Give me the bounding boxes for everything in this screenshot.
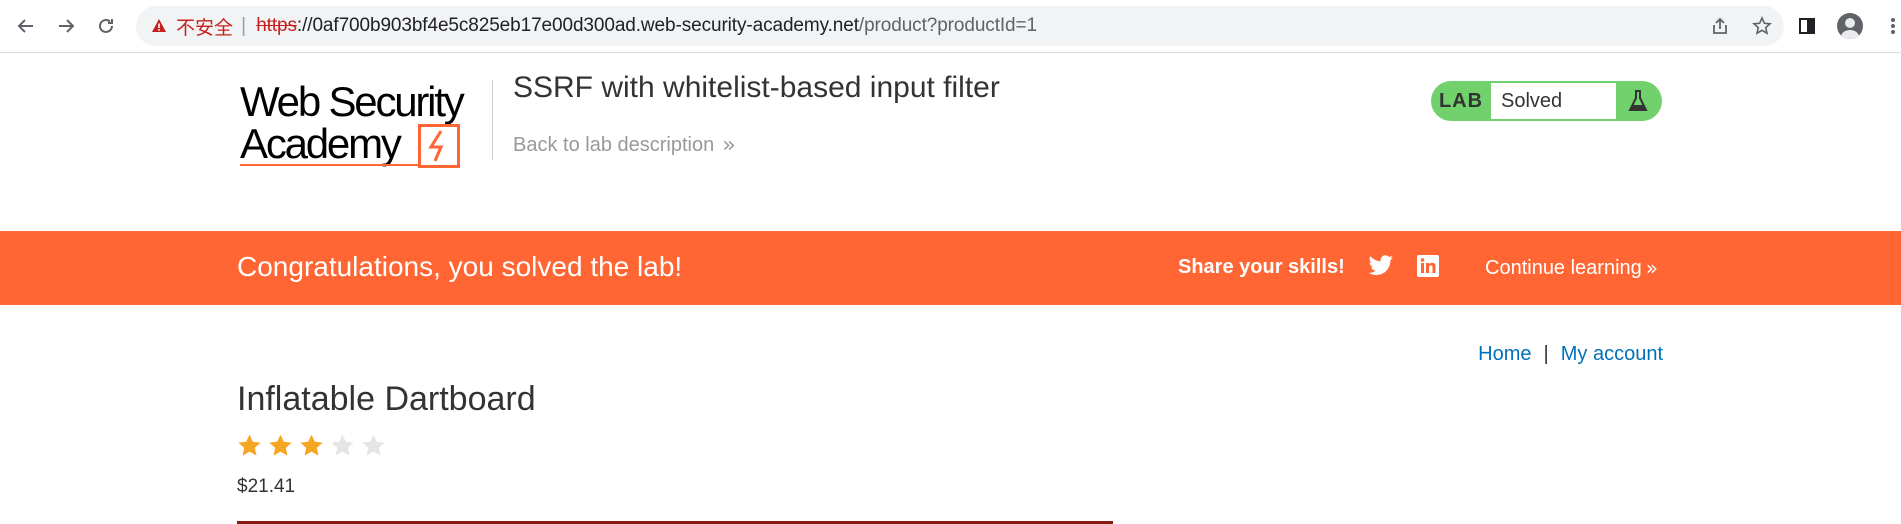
url-separator: | xyxy=(241,14,247,37)
top-nav: Home | My account xyxy=(1478,343,1663,366)
side-panel-icon[interactable] xyxy=(1795,14,1819,38)
double-chevron-right-icon: » xyxy=(1645,256,1659,280)
star-empty-icon xyxy=(331,434,354,456)
back-arrow-icon[interactable] xyxy=(10,10,42,42)
star-filled-icon xyxy=(300,434,323,456)
web-security-academy-logo[interactable]: Web Security Academy xyxy=(238,78,490,170)
star-filled-icon xyxy=(269,434,292,456)
browser-toolbar: 不安全 | https://0af700b903bf4e5c825eb17e00… xyxy=(0,0,1901,53)
lab-title: SSRF with whitelist-based input filter xyxy=(513,71,1000,104)
not-secure-label[interactable]: 不安全 xyxy=(176,13,233,40)
congratulations-message: Congratulations, you solved the lab! xyxy=(237,251,683,282)
linkedin-icon[interactable] xyxy=(1417,255,1441,279)
warning-triangle-icon[interactable] xyxy=(150,17,168,35)
back-link-label: Back to lab description xyxy=(513,134,715,156)
nav-separator: | xyxy=(1543,343,1549,365)
url-scheme: https xyxy=(256,15,297,36)
flask-icon xyxy=(1616,81,1660,121)
twitter-icon[interactable] xyxy=(1368,255,1394,279)
logo-lightning-icon xyxy=(418,124,460,168)
double-chevron-right-icon: » xyxy=(722,133,736,158)
share-skills-label: Share your skills! xyxy=(1178,256,1345,278)
logo-line-2: Academy xyxy=(240,120,402,167)
lab-tag: LAB xyxy=(1438,89,1484,112)
continue-learning-label: Continue learning xyxy=(1485,256,1642,279)
product-rating xyxy=(237,433,386,458)
url-host: ://0af700b903bf4e5c825eb17e00d300ad.web-… xyxy=(296,15,859,36)
more-menu-icon[interactable] xyxy=(1881,14,1901,38)
profile-avatar-icon[interactable] xyxy=(1837,13,1863,39)
share-icon[interactable] xyxy=(1708,14,1732,38)
product-title: Inflatable Dartboard xyxy=(237,380,536,418)
lab-state: Solved xyxy=(1491,83,1616,119)
logo-line-1: Web Security xyxy=(240,78,465,125)
bookmark-star-icon[interactable] xyxy=(1750,14,1774,38)
home-link[interactable]: Home xyxy=(1478,343,1531,366)
star-empty-icon xyxy=(362,434,385,456)
solved-banner: Congratulations, you solved the lab! Sha… xyxy=(0,231,1901,305)
product-price: $21.41 xyxy=(237,476,296,497)
address-bar[interactable]: 不安全 | https://0af700b903bf4e5c825eb17e00… xyxy=(136,6,1784,46)
forward-arrow-icon[interactable] xyxy=(50,10,82,42)
header-divider xyxy=(492,80,493,160)
back-to-lab-description-link[interactable]: Back to lab description » xyxy=(513,133,736,158)
logo-underline xyxy=(240,164,420,166)
url-path: /product?productId=1 xyxy=(858,15,1037,36)
continue-learning-link[interactable]: Continue learning » xyxy=(1485,256,1658,280)
lab-status-badge: LAB Solved xyxy=(1431,81,1662,121)
url-text[interactable]: https://0af700b903bf4e5c825eb17e00d300ad… xyxy=(256,15,1037,37)
my-account-link[interactable]: My account xyxy=(1561,343,1663,366)
star-filled-icon xyxy=(238,434,261,456)
reload-icon[interactable] xyxy=(90,10,122,42)
